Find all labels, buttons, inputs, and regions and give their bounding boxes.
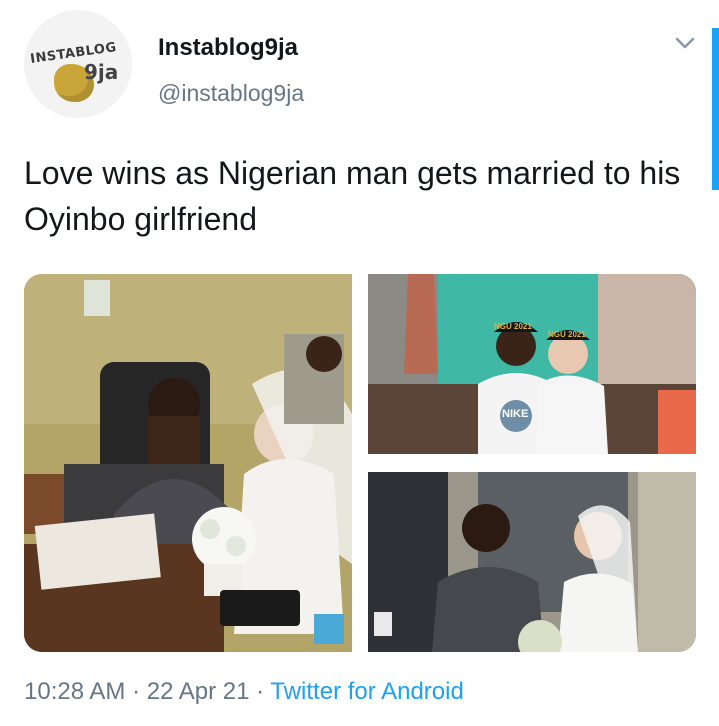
tweet-text: Love wins as Nigerian man gets married t… [24, 155, 681, 237]
photo-wedding-signing[interactable] [24, 274, 352, 652]
photo-couple-caps[interactable]: NGU 2021 NGU 2021 NIKE [368, 274, 696, 454]
avatar-logo-suffix: 9ja [84, 60, 119, 84]
tweet-meta: 10:28 AM · 22 Apr 21 · Twitter for Andro… [24, 678, 464, 706]
avatar[interactable]: INSTABLOG 9ja [24, 10, 132, 118]
photo-wedding-signing-image [24, 274, 352, 652]
cap-label-left: NGU 2021 [494, 322, 532, 331]
photo-couple-outdoors-image [368, 472, 696, 652]
author-handle[interactable]: @instablog9ja [158, 80, 304, 107]
scrollbar[interactable] [712, 28, 719, 190]
tweet-source-link[interactable]: Twitter for Android [270, 678, 463, 705]
cap-label-right: NGU 2021 [548, 330, 586, 339]
shirt-label: NIKE [502, 408, 529, 420]
author-display-name[interactable]: Instablog9ja [158, 34, 298, 62]
meta-separator: · [125, 678, 147, 705]
chevron-down-icon[interactable] [674, 32, 696, 54]
tweet-media-grid: NGU 2021 NGU 2021 NIKE [24, 274, 696, 652]
meta-separator-2: · [249, 678, 271, 705]
photo-couple-outdoors[interactable] [368, 472, 696, 652]
tweet-date[interactable]: 22 Apr 21 [147, 678, 250, 705]
tweet-time[interactable]: 10:28 AM [24, 678, 125, 705]
photo-couple-caps-image [368, 274, 696, 454]
